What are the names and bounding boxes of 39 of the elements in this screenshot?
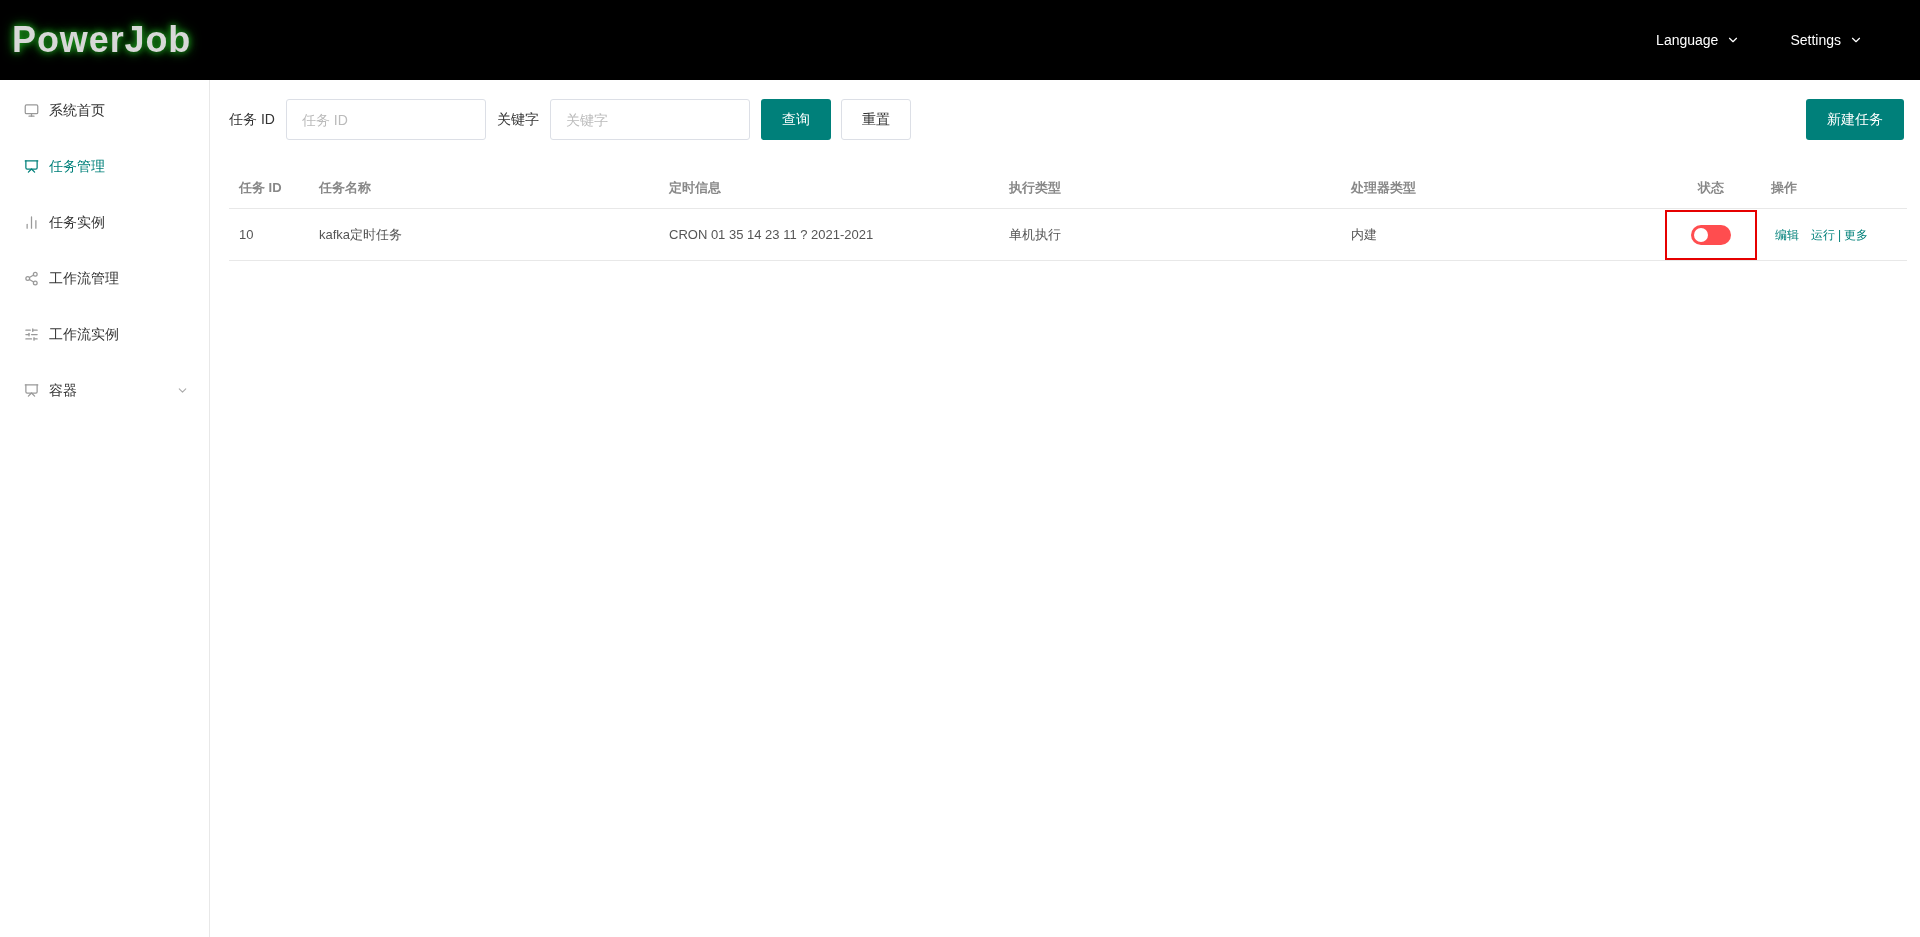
- new-task-button[interactable]: 新建任务: [1806, 99, 1904, 140]
- bar-chart-icon: [24, 214, 39, 230]
- filter-label: 关键字: [496, 110, 539, 129]
- column-header: 处理器类型: [1351, 179, 1416, 195]
- sidebar-item[interactable]: 工作流实例: [0, 306, 209, 362]
- action-link[interactable]: 更多: [1844, 225, 1869, 244]
- table-cell: 内建: [1351, 226, 1377, 242]
- filter-label: 任务 ID: [229, 110, 275, 129]
- header-menu[interactable]: Settings: [1790, 29, 1863, 51]
- sidebar-item[interactable]: 任务管理: [0, 138, 209, 194]
- sidebar-item[interactable]: 容器: [0, 362, 209, 418]
- action-link[interactable]: 运行: [1811, 225, 1835, 244]
- column-header: 状态: [1698, 179, 1724, 195]
- easel-chart-icon: [24, 382, 39, 398]
- sidebar-item[interactable]: 工作流管理: [0, 250, 209, 306]
- action-link[interactable]: 编辑: [1775, 225, 1799, 244]
- sidebar-item[interactable]: 任务实例: [0, 194, 209, 250]
- reset-button[interactable]: 重置: [840, 99, 911, 140]
- filter-input[interactable]: 任务 ID: [285, 99, 486, 140]
- table-cell: kafka定时任务: [319, 226, 403, 242]
- table-cell: CRON 01 35 14 23 11 ? 2021-2021: [669, 226, 874, 242]
- logo: PowerJob: [12, 18, 192, 62]
- column-header: 操作: [1771, 179, 1797, 195]
- status-toggle[interactable]: [1691, 224, 1731, 245]
- filter-input[interactable]: 关键字: [549, 99, 750, 140]
- column-header: 任务 ID: [239, 179, 282, 195]
- share-icon: [24, 270, 39, 286]
- search-button[interactable]: 查询: [760, 99, 831, 140]
- easel-chart-icon: [24, 158, 39, 174]
- column-header: 定时信息: [669, 179, 721, 195]
- column-header: 执行类型: [1009, 179, 1061, 195]
- sidebar-item[interactable]: 系统首页: [0, 82, 209, 138]
- monitor-icon: [24, 102, 39, 118]
- table-cell: 10: [239, 226, 254, 242]
- sliders-icon: [24, 326, 39, 342]
- header-menu[interactable]: Language: [1656, 29, 1741, 51]
- action-separator: |: [1838, 226, 1842, 244]
- table-cell: 单机执行: [1009, 226, 1061, 242]
- column-header: 任务名称: [319, 179, 371, 195]
